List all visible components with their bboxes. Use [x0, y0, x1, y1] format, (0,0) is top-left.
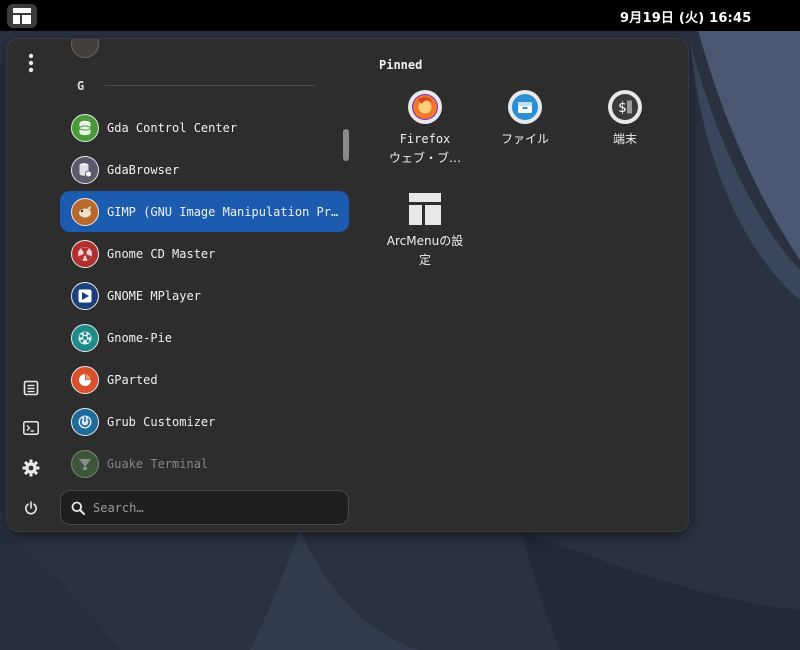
arcmenu-settings-icon	[408, 192, 442, 226]
section-letter: G	[77, 79, 85, 93]
documents-button[interactable]	[17, 374, 45, 402]
search-box[interactable]	[60, 490, 349, 525]
app-label: GParted	[107, 372, 158, 387]
app-item-gnome-mplayer[interactable]: GNOME MPlayer	[60, 275, 349, 316]
guake-icon	[71, 449, 99, 478]
arcmenu-layout-icon	[13, 8, 31, 24]
svg-text:$: $	[618, 100, 626, 116]
documents-icon	[23, 380, 39, 396]
firefox-icon	[408, 90, 442, 124]
app-item-gnome-pie[interactable]: Gnome-Pie	[60, 317, 349, 358]
app-item-grub-customizer[interactable]: Grub Customizer	[60, 401, 349, 442]
gimp-icon	[71, 197, 99, 226]
app-label: Guake Terminal	[107, 456, 209, 471]
app-item-gimp[interactable]: GIMP (GNU Image Manipulation Program)	[60, 191, 349, 232]
app-label: Gnome-Pie	[107, 330, 173, 345]
pinned-item-files[interactable]: ファイル	[477, 90, 573, 149]
app-item-gparted[interactable]: GParted	[60, 359, 349, 400]
pin-label: ファイル	[500, 132, 549, 146]
gparted-icon	[71, 365, 99, 394]
app-label: Gda Control Center	[107, 120, 238, 135]
pinned-item-firefox[interactable]: Firefox ウェブ・ブ…	[377, 90, 473, 168]
clock[interactable]: 9月19日 (火) 16:45	[620, 7, 751, 26]
database-gear-icon	[71, 155, 99, 184]
pinned-item-terminal[interactable]: $ 端末	[577, 90, 673, 149]
database-icon	[71, 113, 99, 142]
app-label: GNOME MPlayer	[107, 288, 201, 303]
pin-label: ArcMenuの設	[386, 234, 464, 248]
power-circle-icon	[71, 407, 99, 436]
arcmenu-panel: G Gda Control Center GdaBrowser GIMP (GN…	[6, 38, 689, 532]
app-list-scrollbar[interactable]	[343, 129, 349, 161]
app-label: GdaBrowser	[107, 162, 180, 177]
app-item-gnome-cd-master[interactable]: Gnome CD Master	[60, 233, 349, 274]
play-icon	[71, 281, 99, 310]
pin-label: 端末	[612, 132, 637, 146]
app-item-gda-control-center[interactable]: Gda Control Center	[60, 107, 349, 148]
pin-label-line2: ウェブ・ブ…	[388, 151, 461, 165]
terminal-button[interactable]	[17, 414, 45, 442]
terminal-icon	[23, 421, 39, 435]
power-button[interactable]	[17, 494, 45, 522]
terminal-app-icon: $	[608, 90, 642, 124]
search-input[interactable]	[93, 500, 333, 515]
top-panel: 9月19日 (火) 16:45	[0, 0, 800, 31]
search-icon	[71, 501, 85, 515]
more-options-icon	[28, 53, 34, 73]
app-item-guake-terminal[interactable]: Guake Terminal	[60, 443, 349, 484]
app-label: Grub Customizer	[107, 414, 216, 429]
pin-label-line2: 定	[418, 253, 431, 267]
more-options-button[interactable]	[17, 49, 45, 77]
app-label: Gnome CD Master	[107, 246, 216, 261]
pinned-item-arcmenu-settings[interactable]: ArcMenuの設 定	[377, 192, 473, 270]
files-icon	[508, 90, 542, 124]
settings-gear-icon	[22, 459, 40, 477]
app-item-partial[interactable]	[60, 39, 349, 64]
arcmenu-button[interactable]	[7, 4, 37, 28]
settings-button[interactable]	[17, 454, 45, 482]
app-label: GIMP (GNU Image Manipulation Program)	[107, 204, 339, 219]
app-icon-partial	[71, 39, 99, 58]
power-icon	[25, 501, 37, 515]
section-divider	[105, 85, 315, 86]
pie-icon	[71, 323, 99, 352]
app-item-gdabrowser[interactable]: GdaBrowser	[60, 149, 349, 190]
radiation-icon	[71, 239, 99, 268]
pin-label: Firefox	[399, 132, 451, 146]
pinned-title: Pinned	[379, 58, 423, 72]
